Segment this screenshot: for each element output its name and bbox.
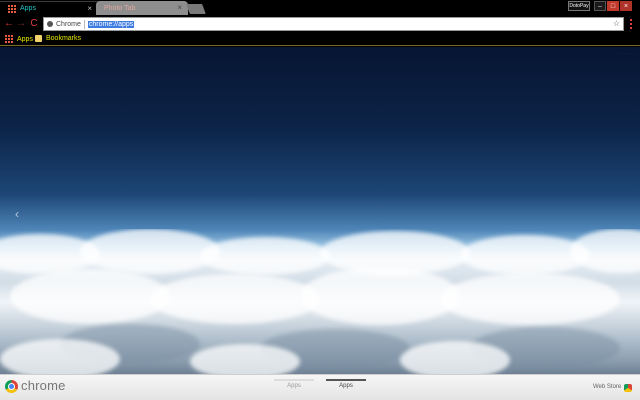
page-indicator (326, 379, 366, 381)
new-tab-button[interactable] (186, 4, 206, 14)
tab-label: Apps (20, 5, 36, 12)
address-bar[interactable]: Chrome chrome://apps ☆ (43, 17, 624, 31)
chevron-left-icon[interactable]: ‹ (15, 207, 19, 221)
back-button[interactable]: ← (4, 18, 14, 30)
chrome-wordmark: chrome (21, 378, 66, 393)
reload-button[interactable]: C (29, 18, 39, 30)
apps-bottom-bar: chrome Apps Apps Web Store (0, 374, 640, 400)
tab-photo[interactable]: Photo Tab × (96, 1, 188, 15)
chrome-logo-icon (5, 380, 18, 393)
cloud-layer (0, 229, 640, 374)
minimize-button[interactable]: – (594, 1, 606, 11)
folder-icon (35, 35, 42, 42)
bookmark-folder[interactable]: Bookmarks (35, 35, 81, 42)
tab-close-icon[interactable]: × (87, 4, 92, 13)
bookmark-star-icon[interactable]: ☆ (613, 19, 620, 28)
site-info-icon[interactable] (47, 21, 53, 27)
apps-grid-icon (8, 4, 16, 13)
page-indicator (274, 379, 314, 381)
page-tab-label: Apps (287, 383, 301, 389)
url-text[interactable]: chrome://apps (87, 20, 135, 28)
close-window-button[interactable]: × (620, 1, 632, 11)
web-store-link[interactable]: Web Store (593, 384, 621, 390)
tab-apps[interactable]: Apps × (0, 1, 98, 15)
apps-grid-icon (5, 35, 13, 43)
chrome-menu-icon[interactable] (629, 18, 633, 30)
scheme-chip: Chrome (56, 20, 81, 28)
web-store-icon[interactable] (624, 384, 632, 392)
tab-close-icon[interactable]: × (177, 3, 182, 12)
page-switcher-tab-active[interactable]: Apps (326, 379, 366, 389)
tab-label: Photo Tab (104, 4, 136, 12)
omnibox-divider (83, 19, 85, 29)
bookmarks-bar: Apps Bookmarks (0, 33, 640, 46)
profile-button[interactable]: DotoPay (568, 1, 590, 11)
bookmark-label: Apps (17, 35, 33, 43)
bookmark-apps[interactable]: Apps (5, 35, 33, 43)
page-switcher-tab[interactable]: Apps (274, 379, 314, 389)
tab-strip: Apps × Photo Tab × DotoPay – □ × (0, 0, 640, 15)
maximize-button[interactable]: □ (607, 1, 619, 11)
toolbar: ← → C Chrome chrome://apps ☆ (0, 15, 640, 33)
page-tab-label: Apps (339, 383, 353, 389)
forward-button[interactable]: → (16, 18, 26, 30)
corner-link[interactable]: ········ (618, 51, 634, 57)
apps-page-background: ········ ‹ (0, 47, 640, 374)
bookmark-label: Bookmarks (46, 35, 82, 42)
